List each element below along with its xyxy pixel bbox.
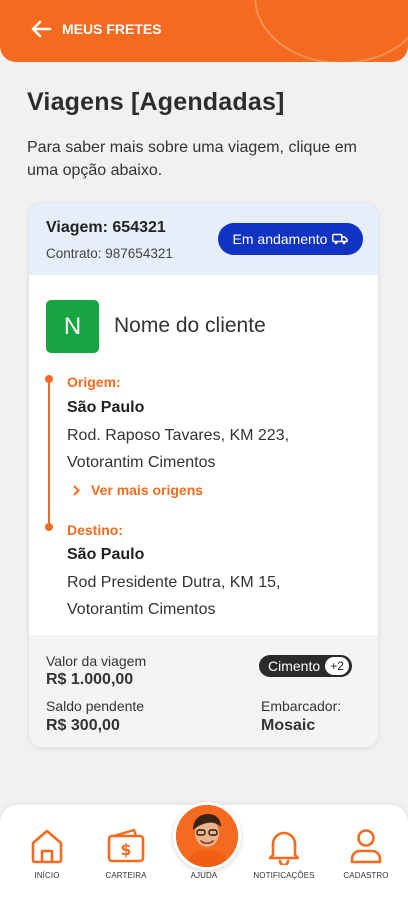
help-avatar-button[interactable] [173,802,241,870]
help-avatar [176,805,238,867]
nav-item-notificacoes[interactable]: NOTIFICAÇÕES [244,805,324,898]
trip-card-footer: Valor da viagem R$ 1.000,00 Saldo penden… [29,635,378,747]
back-button[interactable]: MEUS FRETES [30,20,162,38]
back-label: MEUS FRETES [62,21,162,37]
nav-item-cadastro[interactable]: CADASTRO [326,805,406,898]
user-icon [350,829,382,864]
client-name: Nome do cliente [114,314,266,337]
trip-id: Viagem: 654321 [46,219,166,236]
nav-label-ajuda: AJUDA [190,871,218,880]
destination-label: Destino: [67,522,123,538]
client-avatar: N [46,300,99,353]
nav-label-carteira: CARTEIRA [105,871,147,880]
cargo-extra-count: +2 [325,657,350,675]
cargo-label: Cimento [268,658,321,674]
nav-item-inicio[interactable]: INÍCIO [7,805,87,898]
arrow-left-icon [31,20,52,38]
nav-label-cadastro: CADASTRO [343,871,389,880]
trip-value-label: Valor da viagem [46,653,147,669]
status-badge[interactable]: Em andamento [218,223,363,255]
origin-dot [45,375,53,383]
origin-label: Origem: [67,374,121,390]
origin-address-line1: Rod. Raposo Tavares, KM 223, [67,427,290,444]
home-icon [31,829,63,864]
header-decoration [254,0,408,62]
shipper-label: Embarcador: [261,698,342,714]
page-subtitle: Para saber mais sobre uma viagem, clique… [27,139,357,179]
destination-city: São Paulo [67,546,145,563]
destination-address-line1: Rod Presidente Dutra, KM 15, [67,574,281,591]
nav-item-carteira[interactable]: $ CARTEIRA [86,805,166,898]
cargo-tag[interactable]: Cimento +2 [259,655,353,677]
contract-number: Contrato: 987654321 [46,246,173,261]
top-app-bar: MEUS FRETES [0,0,408,62]
origin-city: São Paulo [67,399,145,416]
nav-label-inicio: INÍCIO [34,871,60,880]
wallet-icon: $ [107,828,145,863]
pending-balance-label: Saldo pendente [46,698,145,714]
status-label: Em andamento [232,231,328,247]
more-origins-label: Ver mais origens [91,482,204,498]
destination-dot [45,523,53,531]
trip-value: R$ 1.000,00 [46,671,134,688]
origin-address-line2: Votorantim Cimentos [67,454,216,471]
svg-text:$: $ [120,840,131,859]
pending-balance-value: R$ 300,00 [46,717,120,734]
chevron-right-icon [73,485,80,495]
truck-icon [332,233,349,245]
more-origins-link[interactable]: Ver mais origens [73,482,203,498]
nav-label-notificacoes: NOTIFICAÇÕES [253,871,315,880]
bell-icon [268,831,300,865]
shipper-name: Mosaic [261,717,316,734]
page-title: Viagens [Agendadas] [27,88,285,116]
route-timeline [48,379,50,527]
trip-card-header: Viagem: 654321 Contrato: 987654321 Em an… [29,203,378,275]
destination-address-line2: Votorantim Cimentos [67,601,216,618]
trip-card[interactable]: Viagem: 654321 Contrato: 987654321 Em an… [28,202,379,748]
